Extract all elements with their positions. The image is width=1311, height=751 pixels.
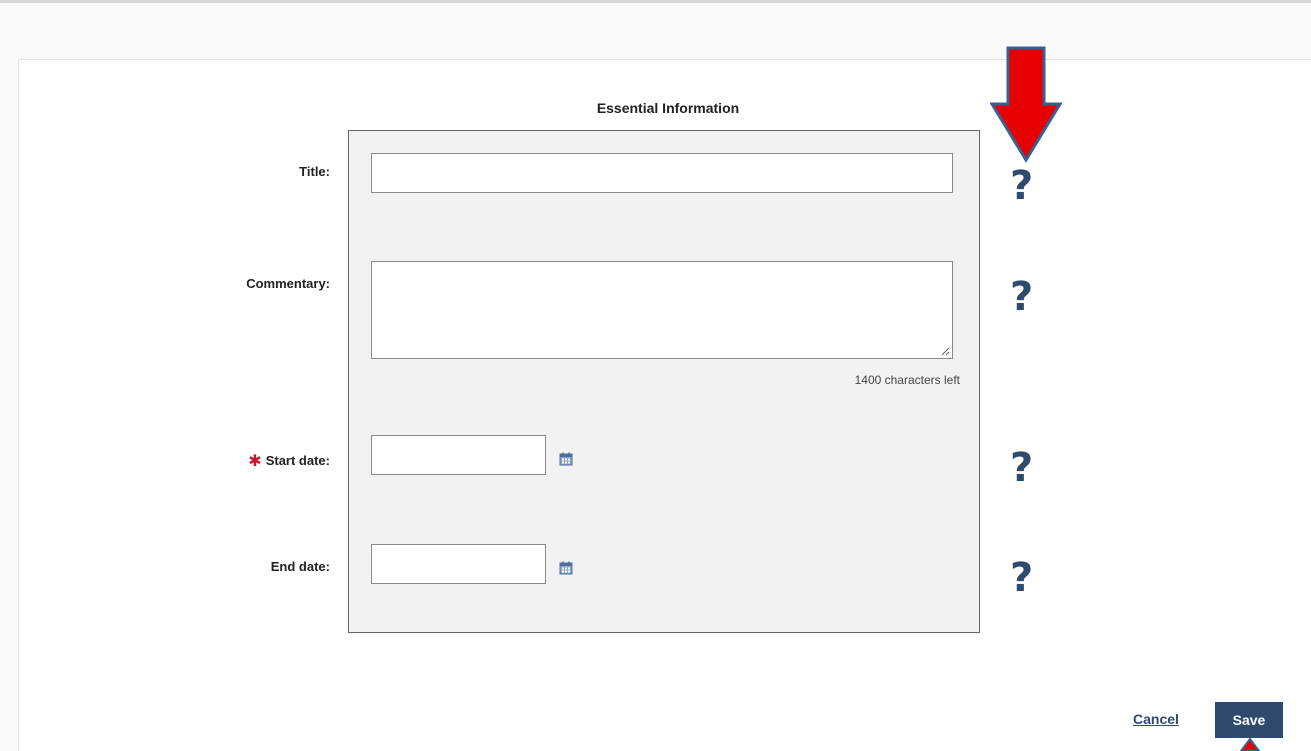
save-button[interactable]: Save bbox=[1215, 702, 1283, 738]
commentary-textarea[interactable] bbox=[371, 261, 953, 359]
red-arrow-down-icon bbox=[990, 46, 1062, 163]
end-date-help-icon[interactable]: ? bbox=[1010, 558, 1033, 598]
start-date-label: ✱ Start date: bbox=[130, 451, 330, 471]
title-help-icon[interactable]: ? bbox=[1010, 166, 1033, 206]
commentary-label: Commentary: bbox=[246, 276, 330, 291]
end-date-input[interactable] bbox=[371, 544, 546, 584]
red-arrow-up-icon bbox=[1240, 738, 1260, 751]
start-date-input[interactable] bbox=[371, 435, 546, 475]
title-input[interactable] bbox=[371, 153, 953, 193]
required-asterisk-icon: ✱ bbox=[248, 453, 262, 470]
start-date-label-text: Start date: bbox=[265, 453, 330, 468]
end-date-label: End date: bbox=[270, 559, 330, 574]
title-label: Title: bbox=[299, 164, 330, 179]
cancel-link[interactable]: Cancel bbox=[1133, 711, 1179, 727]
top-bar bbox=[0, 0, 1311, 58]
commentary-help-icon[interactable]: ? bbox=[1010, 277, 1033, 317]
start-date-calendar-icon[interactable] bbox=[559, 452, 573, 466]
section-title: Essential Information bbox=[596, 100, 740, 116]
end-date-calendar-icon[interactable] bbox=[559, 561, 573, 575]
commentary-char-counter: 1400 characters left bbox=[854, 373, 960, 387]
start-date-help-icon[interactable]: ? bbox=[1010, 448, 1033, 488]
resize-handle-icon[interactable] bbox=[940, 346, 950, 356]
